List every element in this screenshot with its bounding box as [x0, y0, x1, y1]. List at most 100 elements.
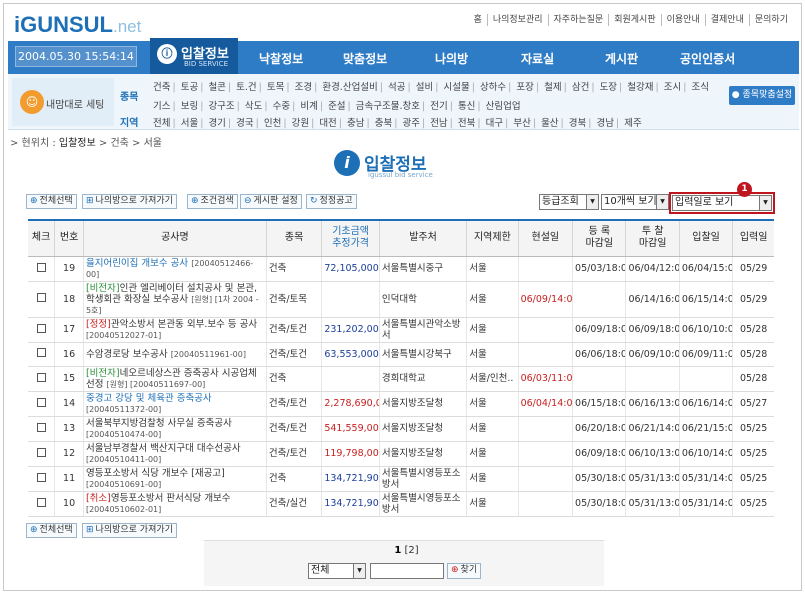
table-row[interactable]: 11 영등포소방서 식당 개보수 [재공고] [20040510691-00] 건축… — [28, 466, 774, 492]
region-item[interactable]: 울산 — [540, 118, 559, 129]
category-item[interactable]: 건축 — [152, 82, 171, 93]
category-item[interactable]: 강구조 — [207, 101, 235, 112]
page-link[interactable]: [2] — [404, 545, 418, 556]
region-item[interactable]: 경기 — [207, 118, 226, 129]
tab-custom-info[interactable]: 맞춤정보 — [343, 50, 387, 67]
category-item[interactable]: 수중 — [272, 101, 291, 112]
table-row[interactable]: 15 [비전자]네오르네상스관 증축공사 시공업체선정 [원형] [2004051… — [28, 366, 774, 392]
region-item[interactable]: 광주 — [401, 118, 420, 129]
region-item[interactable]: 충남 — [346, 118, 365, 129]
category-item[interactable]: 조식 — [690, 82, 709, 93]
top-link-home[interactable]: 홈 — [469, 14, 487, 26]
page-size-select[interactable]: 10개씩 보기 ▼ — [601, 194, 669, 210]
category-item[interactable]: 산림업업 — [485, 101, 522, 112]
region-item[interactable]: 충북 — [374, 118, 393, 129]
region-item[interactable]: 강원 — [291, 118, 310, 129]
table-row[interactable]: 17 [정정]관악소방서 본관동 외부.보수 등 공사 [20040512027-… — [28, 317, 774, 343]
select-all-button[interactable]: ⊕ 전체선택 — [26, 194, 77, 209]
top-link-faq[interactable]: 자주하는질문 — [547, 14, 609, 26]
row-checkbox[interactable] — [36, 372, 46, 382]
region-item[interactable]: 전체 — [152, 118, 171, 129]
table-row[interactable]: 12 서울남부경찰서 백산지구대 대수선공사 [20040510411-00] 건축… — [28, 441, 774, 467]
region-item[interactable]: 경북 — [568, 118, 587, 129]
condition-search-button[interactable]: ⊕ 조건검색 — [187, 194, 238, 209]
table-row[interactable]: 18 [비전자]인관 엘리베이터 설치공사 및 본관, 학생회관 화장실 보수공사… — [28, 281, 774, 318]
category-item[interactable]: 토공 — [180, 82, 199, 93]
site-logo[interactable]: iGUNSUL.net — [14, 12, 141, 38]
category-item[interactable]: 철제 — [543, 82, 562, 93]
category-item[interactable]: 금속구조물.창호 — [355, 101, 421, 112]
category-item[interactable]: 통신 — [457, 101, 476, 112]
row-checkbox[interactable] — [36, 293, 46, 302]
row-checkbox[interactable] — [36, 323, 46, 333]
row-title-link[interactable]: 수암경로당 보수공사 — [86, 349, 168, 360]
category-item[interactable]: 석공 — [387, 82, 406, 93]
row-checkbox[interactable] — [36, 348, 46, 358]
top-link-myinfo[interactable]: 나의정보관리 — [486, 14, 548, 26]
region-item[interactable]: 경남 — [596, 118, 615, 129]
row-title-link[interactable]: 을지어린이집 개보수 공사 — [86, 258, 188, 269]
category-item[interactable]: 설비 — [415, 82, 434, 93]
category-item[interactable]: 시설물 — [442, 82, 470, 93]
top-link-contact[interactable]: 문의하기 — [748, 14, 793, 26]
tab-bid-info[interactable]: ⓘ 입찰정보 BID SERVICE — [150, 38, 238, 74]
row-title-link[interactable]: 중경고 강당 및 체육관 증축공사 — [86, 393, 212, 404]
to-mypage-button[interactable]: ⊞ 나의방으로 가져가기 — [82, 194, 177, 209]
category-item[interactable]: 상하수 — [479, 82, 507, 93]
select-all-button-bottom[interactable]: ⊕ 전체선택 — [26, 523, 77, 538]
row-checkbox[interactable] — [36, 472, 46, 482]
search-input[interactable] — [370, 563, 444, 579]
row-checkbox[interactable] — [36, 422, 46, 432]
row-title-link[interactable]: 영등포소방서 판서식당 개보수 — [111, 493, 231, 504]
category-custom-setting-button[interactable]: ● 종목맞춤설정 — [729, 86, 795, 105]
category-item[interactable]: 준설 — [327, 101, 346, 112]
category-item[interactable]: 포장 — [515, 82, 534, 93]
table-row[interactable]: 10 [취소]영등포소방서 판서식당 개보수 [20040510602-01] 건축… — [28, 491, 774, 517]
region-item[interactable]: 전북 — [457, 118, 476, 129]
category-item[interactable]: 보링 — [180, 101, 199, 112]
top-link-guide[interactable]: 이용안내 — [660, 14, 705, 26]
table-row[interactable]: 13 서울북부지방검찰청 사무실 증축공사 [20040510474-00] 건축/… — [28, 416, 774, 442]
search-button[interactable]: ⊕ 찾기 — [447, 563, 482, 579]
search-field-select[interactable]: 전체 ▼ — [308, 563, 366, 579]
region-item[interactable]: 인천 — [263, 118, 282, 129]
table-row[interactable]: 19 을지어린이집 개보수 공사 [20040512466-00] 건축 72,105… — [28, 256, 774, 282]
board-setting-button[interactable]: ⊖ 게시판 설정 — [240, 194, 302, 209]
region-item[interactable]: 대구 — [485, 118, 504, 129]
category-item[interactable]: 환경.산업설비 — [321, 82, 378, 93]
tab-board[interactable]: 게시판 — [605, 50, 638, 67]
region-item[interactable]: 제주 — [623, 118, 642, 129]
tab-certificate[interactable]: 공인인증서 — [680, 50, 735, 67]
breadcrumb-current[interactable]: 입찰정보 — [59, 138, 96, 149]
row-checkbox[interactable] — [36, 262, 46, 272]
row-checkbox[interactable] — [36, 497, 46, 507]
region-item[interactable]: 부산 — [512, 118, 531, 129]
category-item[interactable]: 전기 — [429, 101, 448, 112]
category-item[interactable]: 도장 — [599, 82, 618, 93]
category-item[interactable]: 비계 — [299, 101, 318, 112]
category-item[interactable]: 철강재 — [626, 82, 654, 93]
custom-setting-button[interactable]: ☺ 내맘대로 세팅 — [12, 78, 114, 126]
top-link-payment[interactable]: 결제안내 — [704, 14, 749, 26]
region-item[interactable]: 전남 — [429, 118, 448, 129]
category-item[interactable]: 토목 — [266, 82, 285, 93]
category-item[interactable]: 조시 — [663, 82, 682, 93]
tab-award-info[interactable]: 낙찰정보 — [259, 50, 303, 67]
tab-library[interactable]: 자료실 — [521, 50, 554, 67]
to-mypage-button-bottom[interactable]: ⊞ 나의방으로 가져가기 — [82, 523, 177, 538]
sort-select[interactable]: 등급조회 ▼ — [539, 194, 599, 210]
category-item[interactable]: 기스 — [152, 101, 171, 112]
region-item[interactable]: 경국 — [235, 118, 254, 129]
category-item[interactable]: 삼건 — [571, 82, 590, 93]
row-title-link[interactable]: 서울북부지방검찰청 사무실 증축공사 — [86, 418, 232, 429]
row-checkbox[interactable] — [36, 397, 46, 407]
category-item[interactable]: 철콘 — [207, 82, 226, 93]
row-title-link[interactable]: 관악소방서 본관동 외부.보수 등 공사 — [111, 319, 257, 330]
row-checkbox[interactable] — [36, 447, 46, 457]
row-title-link[interactable]: 영등포소방서 식당 개보수 [재공고] — [86, 468, 225, 479]
category-item[interactable]: 조경 — [294, 82, 313, 93]
top-link-member-board[interactable]: 회원게시판 — [608, 14, 660, 26]
row-title-link[interactable]: 서울남부경찰서 백산지구대 대수선공사 — [86, 443, 241, 454]
tab-my-room[interactable]: 나의방 — [435, 50, 468, 67]
category-item[interactable]: 삭도 — [244, 101, 263, 112]
